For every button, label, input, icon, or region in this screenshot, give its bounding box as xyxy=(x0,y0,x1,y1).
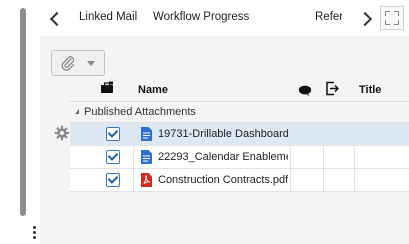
row-checkbox[interactable] xyxy=(106,150,120,164)
settings-gear-icon[interactable] xyxy=(54,125,70,146)
table-row[interactable]: 19731-Drillable Dashboard xyxy=(70,123,409,146)
comment-icon xyxy=(298,85,312,97)
scroll-tabs-right-button[interactable] xyxy=(357,9,376,27)
scroll-tabs-left-button[interactable] xyxy=(46,9,65,27)
comment-cell xyxy=(290,146,324,168)
chevron-right-icon xyxy=(357,11,373,27)
title-cell xyxy=(354,123,409,145)
file-name-link[interactable]: Construction Contracts.pdf xyxy=(158,174,288,186)
attachments-table: Name Title Published Attachments 19731-D… xyxy=(70,79,409,192)
tab-linked-mail[interactable]: Linked Mail xyxy=(79,11,137,23)
paperclip-icon xyxy=(61,56,75,71)
expand-icon xyxy=(385,11,390,16)
column-header-title[interactable]: Title xyxy=(359,84,381,96)
file-name-link[interactable]: 22293_Calendar Enablement xyxy=(158,151,288,163)
group-row-published-attachments[interactable]: Published Attachments xyxy=(70,101,409,123)
tab-workflow-progress[interactable]: Workflow Progress xyxy=(153,11,249,23)
chevron-left-icon xyxy=(49,11,65,27)
collapse-triangle-icon[interactable] xyxy=(75,109,79,114)
comment-cell xyxy=(290,123,324,145)
title-cell xyxy=(354,169,409,191)
file-name-link[interactable]: 19731-Drillable Dashboard xyxy=(158,128,288,140)
attachments-panel: Linked Mail Workflow Progress References xyxy=(40,0,409,244)
more-options-icon[interactable] xyxy=(33,226,37,241)
tab-references[interactable]: References xyxy=(315,11,342,23)
pdf-icon xyxy=(141,173,152,187)
scrollbar[interactable] xyxy=(20,8,26,216)
checkout-cell xyxy=(323,169,355,191)
title-cell xyxy=(354,146,409,168)
expand-button[interactable] xyxy=(380,6,404,30)
group-label: Published Attachments xyxy=(84,106,196,118)
row-checkbox[interactable] xyxy=(106,173,120,187)
checkout-cell xyxy=(323,146,355,168)
checkout-icon xyxy=(326,81,339,96)
caret-down-icon xyxy=(87,61,95,66)
table-row[interactable]: 22293_Calendar Enablement xyxy=(70,146,409,169)
attach-button[interactable] xyxy=(51,50,105,76)
table-row[interactable]: Construction Contracts.pdf xyxy=(70,169,409,192)
checkout-cell xyxy=(323,123,355,145)
document-icon xyxy=(141,127,152,141)
row-checkbox[interactable] xyxy=(106,127,120,141)
table-header: Name Title xyxy=(70,79,409,101)
briefcase-icon xyxy=(101,81,113,93)
column-header-name[interactable]: Name xyxy=(138,84,168,96)
tab-bar: Linked Mail Workflow Progress References xyxy=(40,0,409,36)
document-icon xyxy=(141,150,152,164)
comment-cell xyxy=(290,169,324,191)
